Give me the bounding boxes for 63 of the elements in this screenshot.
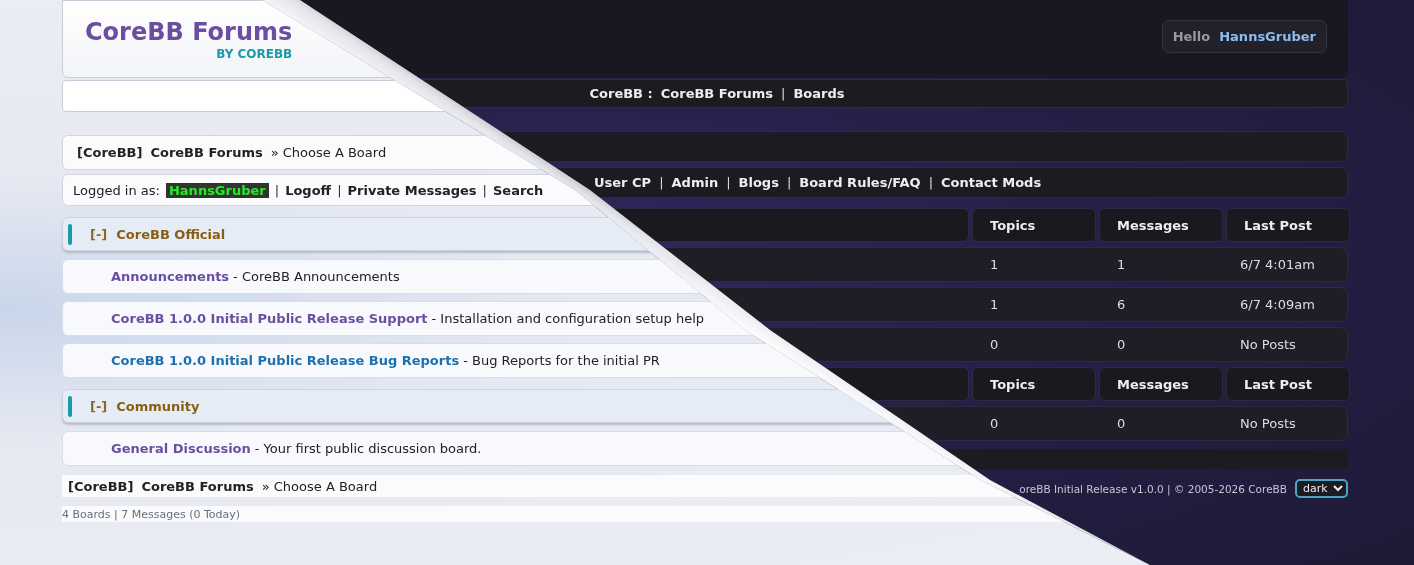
menu-link[interactable]: Board Rules/FAQ (799, 175, 921, 190)
board-link[interactable]: General Discussion (111, 441, 251, 456)
board-link[interactable]: Announcements (111, 269, 230, 284)
separator: | (337, 182, 342, 198)
theme-select[interactable]: dark (1295, 479, 1348, 498)
username-link[interactable]: HannsGruber (1219, 28, 1316, 44)
forum-title: CoreBB Forums (85, 17, 293, 47)
breadcrumb-link[interactable]: CoreBB Forums (141, 478, 254, 494)
separator: | (659, 175, 664, 190)
messages-count: 0 (1116, 416, 1127, 431)
last-post: 6/7 4:01am (1239, 257, 1316, 272)
menu-link[interactable]: User CP (594, 175, 652, 190)
collapse-toggle[interactable]: [-] (90, 226, 108, 242)
menu-link[interactable]: Blogs (738, 175, 779, 190)
site-label: CoreBB : (589, 86, 653, 101)
separator: | (786, 175, 792, 190)
last-post: 6/7 4:09am (1239, 297, 1316, 312)
breadcrumb-link[interactable]: [CoreBB] (77, 145, 143, 160)
menu-link[interactable]: Contact Mods (941, 175, 1042, 190)
menu-link[interactable]: Private Messages (347, 182, 477, 198)
board-link[interactable]: CoreBB 1.0.0 Initial Public Release Bug Reports (111, 353, 460, 368)
collapse-toggle[interactable]: [-] (90, 398, 108, 414)
menu-link[interactable]: Logoff (285, 182, 332, 198)
messages-count: 1 (1116, 257, 1127, 272)
topics-count: 0 (989, 416, 1000, 431)
forum-subtitle: BY COREBB (216, 47, 293, 61)
separator: | (726, 175, 731, 190)
board-description: - Your first public discussion board. (254, 441, 482, 456)
column-header: Messages (1099, 208, 1223, 242)
messages-count: 6 (1116, 297, 1127, 312)
board-description: - Installation and configuration setup help (431, 311, 705, 326)
topics-count: 1 (989, 257, 1000, 272)
column-header: Topics (972, 208, 1096, 242)
greeting-label: Hello (1172, 28, 1211, 44)
nav-link[interactable]: Boards (793, 86, 845, 101)
last-post: No Posts (1239, 416, 1297, 431)
column-header: Topics (972, 367, 1096, 401)
category-title: CoreBB Official (116, 226, 226, 242)
last-post: No Posts (1239, 337, 1297, 352)
breadcrumb-current: » Choose A Board (270, 145, 387, 160)
board-description: - Bug Reports for the initial PR (463, 353, 660, 368)
menu-link[interactable]: Search (492, 182, 544, 198)
column-header: Last Post (1226, 367, 1350, 401)
separator: | (274, 182, 280, 198)
breadcrumb-link[interactable]: CoreBB Forums (150, 145, 263, 160)
category-title: Community (116, 398, 200, 414)
topics-count: 0 (989, 337, 1000, 352)
breadcrumb-link[interactable]: [CoreBB] (68, 478, 134, 494)
nav-link[interactable]: CoreBB Forums (660, 86, 774, 101)
column-header: Last Post (1226, 208, 1350, 242)
column-header: Messages (1099, 367, 1223, 401)
breadcrumb-current: » Choose A Board (261, 478, 378, 494)
release-info: oreBB Initial Release v1.0.0 | © 2005-2026 CoreBB (1019, 482, 1287, 495)
board-link[interactable]: CoreBB 1.0.0 Initial Public Release Support (111, 311, 428, 326)
topics-count: 1 (989, 297, 1000, 312)
separator: | (781, 86, 786, 101)
menu-link[interactable]: Admin (671, 175, 719, 190)
separator: | (928, 175, 934, 190)
board-description: - CoreBB Announcements (233, 269, 400, 284)
separator: | (482, 182, 487, 198)
messages-count: 0 (1116, 337, 1127, 352)
login-label: Logged in as: (73, 182, 160, 198)
username-link[interactable]: HannsGruber (165, 182, 269, 198)
